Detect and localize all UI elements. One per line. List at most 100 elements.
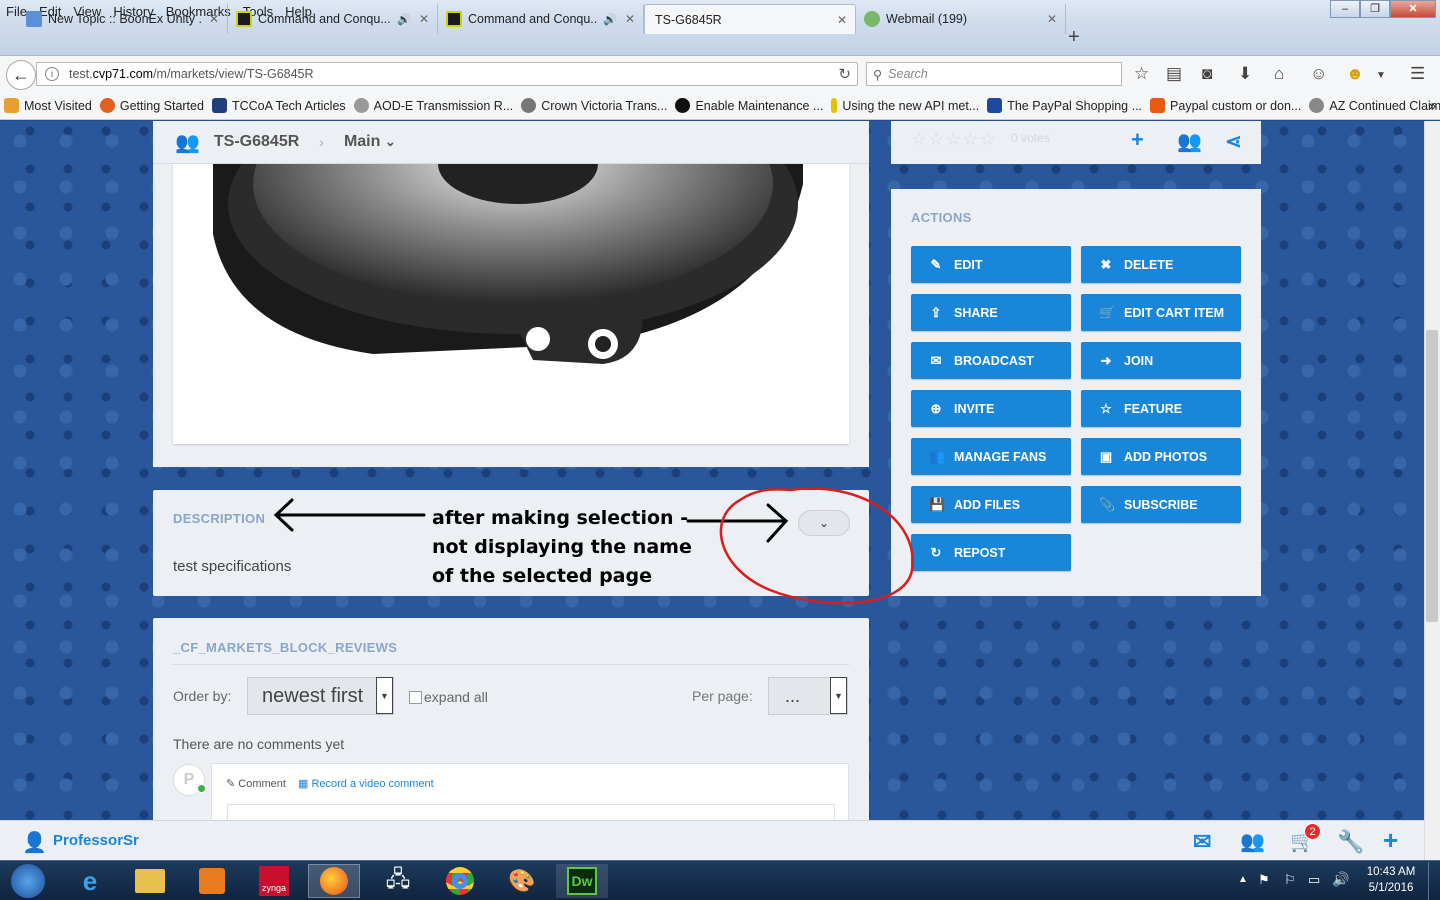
bookmark-aod[interactable]: AOD-E Transmission R... — [353, 98, 513, 113]
system-clock[interactable]: 10:43 AM 5/1/2016 — [1360, 864, 1422, 896]
bookmark-crown-victoria[interactable]: Crown Victoria Trans... — [521, 98, 667, 113]
breadcrumb-title[interactable]: TS-G6845R — [214, 133, 299, 151]
search-input[interactable]: ⚲ Search — [866, 62, 1122, 86]
video-comment-tab-label: Record a video comment — [311, 778, 434, 790]
download-icon[interactable]: ⬇ — [1238, 64, 1252, 84]
comment-tab[interactable]: ✎ Comment — [226, 777, 286, 790]
bookmark-paypal-custom[interactable]: Paypal custom or don... — [1150, 98, 1301, 113]
tab-webmail[interactable]: Webmail (199) ✕ — [856, 4, 1066, 34]
plus-icon[interactable]: + — [1383, 825, 1398, 856]
close-icon[interactable]: ✕ — [419, 12, 429, 26]
minimize-button[interactable]: ‒ — [1330, 0, 1360, 18]
bookmark-tccoa[interactable]: TCCoA Tech Articles — [211, 98, 346, 113]
username[interactable]: ProfessorSr — [53, 832, 139, 849]
url-path: /m/markets/view/TS-G6845R — [153, 67, 314, 81]
wrench-icon[interactable]: 🔧 — [1337, 829, 1364, 855]
close-window-button[interactable]: ✕ — [1390, 0, 1436, 18]
action-center-icon[interactable]: ⚐ — [1284, 872, 1296, 888]
tab-active-ts-g6845r[interactable]: TS-G6845R ✕ — [644, 4, 856, 34]
repost-icon: ↻ — [930, 544, 942, 560]
share-alt-icon[interactable]: ⋖ — [1225, 129, 1242, 154]
star-rating[interactable]: ☆☆☆☆☆ — [911, 129, 997, 150]
bookmark-api[interactable]: Using the new API met... — [831, 98, 979, 113]
close-icon[interactable]: ✕ — [209, 12, 219, 26]
paint-icon[interactable]: 🎨 — [496, 864, 548, 898]
expand-all-toggle[interactable]: expand all — [409, 689, 488, 705]
per-page-select[interactable]: ... ▼ — [768, 677, 848, 715]
product-image[interactable] — [173, 64, 849, 444]
votes-count: 0 votes — [1011, 131, 1050, 145]
share-button[interactable]: ⇪ SHARE — [911, 294, 1071, 331]
pocket-icon[interactable]: ◙ — [1202, 64, 1212, 84]
reading-list-icon[interactable]: ▤ — [1166, 64, 1182, 84]
show-desktop-button[interactable] — [1428, 862, 1440, 900]
tab-boonex[interactable]: New Topic :: BoonEx Unity ... ✕ — [18, 4, 228, 34]
info-icon[interactable]: i — [45, 67, 59, 81]
bookmark-most-visited[interactable]: Most Visited — [4, 98, 92, 113]
broadcast-button[interactable]: ✉ BROADCAST — [911, 342, 1071, 379]
action-label: EDIT — [954, 257, 983, 272]
bookmarks-overflow-icon[interactable]: » — [1429, 99, 1436, 113]
bookmark-github[interactable]: Enable Maintenance ... — [675, 98, 823, 113]
bookmark-getting-started[interactable]: Getting Started — [99, 98, 204, 113]
firefox-taskbar-icon[interactable] — [308, 864, 360, 898]
network-tray-icon[interactable]: ▭ — [1308, 872, 1320, 888]
globe-icon — [353, 98, 369, 113]
chat-icon[interactable]: ☺ — [1310, 64, 1327, 84]
start-button[interactable] — [2, 864, 54, 898]
edit-button[interactable]: ✎ EDIT — [911, 246, 1071, 283]
speaker-icon[interactable]: 🔊 — [603, 13, 617, 26]
close-icon[interactable]: ✕ — [625, 12, 635, 26]
flag-icon[interactable]: ⚑ — [1258, 872, 1270, 888]
description-text: test specifications — [173, 558, 292, 575]
maximize-button[interactable]: ❐ — [1360, 0, 1390, 18]
manage-fans-button[interactable]: 👥 MANAGE FANS — [911, 438, 1071, 475]
hamburger-menu-icon[interactable]: ☰ — [1410, 64, 1425, 84]
description-dropdown-button[interactable]: ⌄ — [798, 510, 850, 536]
home-icon[interactable]: ⌂ — [1274, 64, 1284, 84]
add-photos-button[interactable]: ▣ ADD PHOTOS — [1081, 438, 1241, 475]
network-icon[interactable]: 🖧 — [372, 864, 424, 898]
media-player-icon[interactable] — [186, 864, 238, 898]
bookmark-paypal[interactable]: The PayPal Shopping ... — [987, 98, 1142, 113]
users-icon[interactable]: 👥 — [1177, 129, 1202, 154]
repost-button[interactable]: ↻ REPOST — [911, 534, 1071, 571]
close-icon[interactable]: ✕ — [837, 13, 847, 27]
edit-cart-item-button[interactable]: 🛒 EDIT CART ITEM — [1081, 294, 1241, 331]
envelope-icon[interactable]: ✉ — [1193, 829, 1211, 855]
tab-cnc-2[interactable]: Command and Conqu... 🔊 ✕ — [438, 4, 644, 34]
order-by-select[interactable]: newest first ▼ — [247, 677, 394, 715]
chrome-icon[interactable] — [434, 864, 486, 898]
github-icon — [675, 98, 691, 113]
add-files-button[interactable]: 💾 ADD FILES — [911, 486, 1071, 523]
delete-button[interactable]: ✖ DELETE — [1081, 246, 1241, 283]
volume-icon[interactable]: 🔊 — [1332, 871, 1349, 888]
reload-icon[interactable]: ↻ — [838, 65, 851, 83]
back-button[interactable]: ← — [6, 60, 36, 90]
expand-all-checkbox[interactable] — [409, 690, 422, 704]
file-explorer-icon[interactable] — [124, 864, 176, 898]
per-page-value: ... — [785, 685, 801, 706]
join-button[interactable]: ➜ JOIN — [1081, 342, 1241, 379]
users-icon[interactable]: 👥 — [1240, 829, 1265, 854]
video-comment-tab[interactable]: ▦ Record a video comment — [298, 777, 434, 790]
ie-icon[interactable]: e — [64, 864, 116, 898]
tab-cnc-1[interactable]: Command and Conqu... 🔊 ✕ — [228, 4, 438, 34]
scrollbar-thumb[interactable] — [1426, 330, 1438, 622]
close-icon[interactable]: ✕ — [1047, 12, 1057, 26]
plus-icon[interactable]: + — [1131, 127, 1144, 153]
speaker-icon[interactable]: 🔊 — [397, 13, 411, 26]
chevron-down-icon[interactable]: ▼ — [1376, 70, 1386, 81]
zynga-icon[interactable]: zynga — [248, 864, 300, 898]
feature-button[interactable]: ☆ FEATURE — [1081, 390, 1241, 427]
dreamweaver-icon[interactable]: Dw — [556, 864, 608, 898]
url-bar[interactable]: i test. cvp71.com/m/markets/view/TS-G6845… — [36, 62, 858, 86]
tray-expand-icon[interactable]: ▲ — [1238, 874, 1248, 885]
subscribe-button[interactable]: 📎 SUBSCRIBE — [1081, 486, 1241, 523]
new-tab-button[interactable]: + — [1068, 26, 1080, 49]
main-menu-dropdown[interactable]: Main ⌄ — [344, 133, 396, 151]
bookmark-star-icon[interactable]: ☆ — [1134, 64, 1149, 84]
invite-button[interactable]: ⊕ INVITE — [911, 390, 1071, 427]
greasemonkey-icon[interactable]: ☻ — [1346, 64, 1364, 84]
bookmark-az-claims[interactable]: AZ Continued Claims: ... — [1309, 98, 1440, 113]
